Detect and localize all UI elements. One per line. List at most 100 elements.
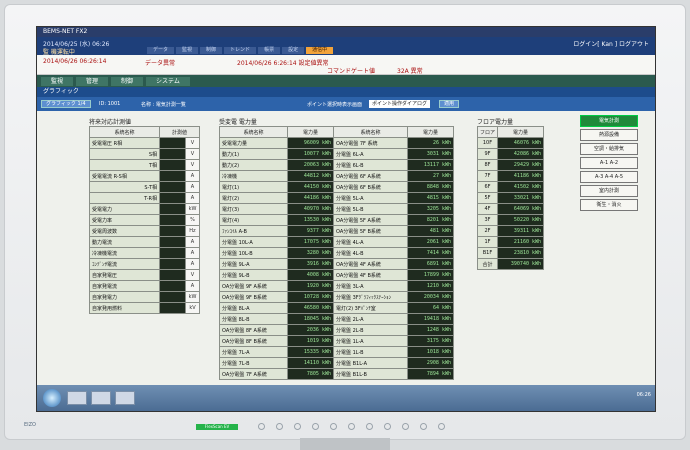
apply-button[interactable]: 適用 bbox=[439, 100, 460, 108]
table-row[interactable]: 動力(1) 10077 kWh 分電盤 6L-A 3031 kWh bbox=[219, 148, 454, 160]
bezel-button[interactable] bbox=[366, 423, 373, 430]
taskbar-item[interactable] bbox=[91, 391, 111, 405]
side-button[interactable]: A-1 A-2 bbox=[580, 157, 638, 169]
table-row[interactable]: 分電盤 9L-B 4008 kWh OA分電盤 4F B系統 17899 kWh bbox=[219, 269, 454, 281]
value-cell[interactable] bbox=[159, 148, 186, 160]
table-row[interactable]: 冷凍機 44812 kWh OA分電盤 6F A系統 27 kWh bbox=[219, 170, 454, 182]
table-row[interactable]: 5F 33021 kWh bbox=[476, 192, 545, 204]
energy-value[interactable]: 21160 kWh bbox=[497, 236, 545, 248]
energy-value[interactable]: 44186 kWh bbox=[287, 192, 334, 204]
value-cell[interactable] bbox=[159, 258, 186, 270]
table-row[interactable]: 分電盤 10L-A 17075 kWh 分電盤 4L-A 2061 kWh bbox=[219, 236, 454, 248]
table-row[interactable]: 3F 50220 kWh bbox=[476, 214, 545, 226]
table-row[interactable]: B1F 23810 kWh bbox=[476, 247, 545, 259]
side-button[interactable]: A-3 A-4 A-5 bbox=[580, 171, 638, 183]
table-row[interactable]: OA分電盤 7F A系統 7805 kWh 分電盤 B1L-B 7894 kWh bbox=[219, 368, 454, 380]
energy-value[interactable]: 1210 kWh bbox=[407, 280, 454, 292]
bezel-button[interactable] bbox=[348, 423, 355, 430]
value-cell[interactable] bbox=[159, 247, 186, 259]
table-row[interactable]: 自家発電流 A bbox=[89, 280, 200, 292]
alarm-time-1[interactable]: 2014/06/26 06:26:14 bbox=[43, 58, 106, 65]
energy-value[interactable]: 7894 kWh bbox=[407, 368, 454, 380]
energy-value[interactable]: 7414 kWh bbox=[407, 247, 454, 259]
side-button[interactable]: 空調・給排気 bbox=[580, 143, 638, 155]
bezel-button[interactable] bbox=[312, 423, 319, 430]
value-cell[interactable] bbox=[159, 269, 186, 281]
table-row[interactable]: 分電盤 9L-A 3916 kWh OA分電盤 4F A系統 6891 kWh bbox=[219, 258, 454, 270]
taskbar-item[interactable] bbox=[67, 391, 87, 405]
energy-value[interactable]: 41186 kWh bbox=[497, 170, 545, 182]
energy-value[interactable]: 1018 kWh bbox=[407, 346, 454, 358]
table-row[interactable]: 受電電流 R-S相 A bbox=[89, 170, 200, 182]
table-row[interactable]: 受電周波数 Hz bbox=[89, 225, 200, 237]
value-cell[interactable] bbox=[159, 203, 186, 215]
energy-value[interactable]: 10077 kWh bbox=[287, 148, 334, 160]
logout-link[interactable]: ログイン[ Kan ] ログアウト bbox=[573, 39, 649, 48]
table-row[interactable]: 1F 21160 kWh bbox=[476, 236, 545, 248]
bezel-button[interactable] bbox=[330, 423, 337, 430]
table-row[interactable]: 8F 29429 kWh bbox=[476, 159, 545, 171]
energy-value[interactable]: 64069 kWh bbox=[497, 203, 545, 215]
value-cell[interactable] bbox=[159, 302, 186, 314]
energy-value[interactable]: 33021 kWh bbox=[497, 192, 545, 204]
value-cell[interactable] bbox=[159, 280, 186, 292]
energy-value[interactable]: 3031 kWh bbox=[407, 148, 454, 160]
value-cell[interactable] bbox=[159, 192, 186, 204]
table-row[interactable]: ｺﾝﾃﾞﾝｻ電流 A bbox=[89, 258, 200, 270]
menu-item[interactable]: 制御 bbox=[111, 76, 144, 86]
value-cell[interactable] bbox=[159, 225, 186, 237]
table-row[interactable]: 分電盤 8L-B 18045 kWh 分電盤 2L-A 19418 kWh bbox=[219, 313, 454, 325]
energy-value[interactable]: 7805 kWh bbox=[287, 368, 334, 380]
table-row[interactable]: 自家発電圧 V bbox=[89, 269, 200, 281]
energy-value[interactable]: 39311 kWh bbox=[497, 225, 545, 237]
value-cell[interactable] bbox=[159, 214, 186, 226]
page-select-button[interactable]: グラフィック 1/4 bbox=[41, 100, 91, 108]
energy-value[interactable]: 3916 kWh bbox=[287, 258, 334, 270]
value-cell[interactable] bbox=[159, 236, 186, 248]
energy-value[interactable]: 18045 kWh bbox=[287, 313, 334, 325]
energy-value[interactable]: 8848 kWh bbox=[407, 181, 454, 193]
table-row[interactable]: 電灯(1) 44150 kWh OA分電盤 6F B系統 8848 kWh bbox=[219, 181, 454, 193]
energy-value[interactable]: 20034 kWh bbox=[407, 291, 454, 303]
energy-value[interactable]: 42086 kWh bbox=[497, 148, 545, 160]
bezel-button[interactable] bbox=[276, 423, 283, 430]
table-row[interactable]: 電灯(4) 13530 kWh OA分電盤 5F A系統 8201 kWh bbox=[219, 214, 454, 226]
value-cell[interactable] bbox=[159, 159, 186, 171]
nav-tab[interactable]: 帳票 bbox=[258, 47, 281, 54]
table-row[interactable]: 6F 41502 kWh bbox=[476, 181, 545, 193]
table-row[interactable]: OA分電盤 8F A系統 2036 kWh 分電盤 2L-B 1248 kWh bbox=[219, 324, 454, 336]
energy-value[interactable]: 44150 kWh bbox=[287, 181, 334, 193]
energy-value[interactable]: 15335 kWh bbox=[287, 346, 334, 358]
energy-value[interactable]: 46580 kWh bbox=[287, 302, 334, 314]
energy-value[interactable]: 46076 kWh bbox=[497, 137, 545, 149]
bezel-button[interactable] bbox=[384, 423, 391, 430]
energy-value[interactable]: 40970 kWh bbox=[287, 203, 334, 215]
energy-value[interactable]: 17075 kWh bbox=[287, 236, 334, 248]
energy-value[interactable]: 8201 kWh bbox=[407, 214, 454, 226]
energy-value[interactable]: 13117 kWh bbox=[407, 159, 454, 171]
menu-item[interactable]: システム bbox=[146, 76, 190, 86]
table-row[interactable]: 電灯(3) 40970 kWh 分電盤 5L-B 3205 kWh bbox=[219, 203, 454, 215]
energy-value[interactable]: 17899 kWh bbox=[407, 269, 454, 281]
bezel-button[interactable] bbox=[420, 423, 427, 430]
nav-tab[interactable]: 制御 bbox=[200, 47, 223, 54]
side-button[interactable]: 熱源設備 bbox=[580, 129, 638, 141]
table-row[interactable]: 分電盤 7L-B 14110 kWh 分電盤 B1L-A 2908 kWh bbox=[219, 357, 454, 369]
energy-value[interactable]: 1248 kWh bbox=[407, 324, 454, 336]
alarm-text-2[interactable]: 2014/06/26 6:26:14 設定値異常 bbox=[237, 58, 329, 67]
menu-item[interactable]: 監視 bbox=[41, 76, 74, 86]
nav-tab[interactable]: データ bbox=[147, 47, 175, 54]
taskbar-item[interactable] bbox=[115, 391, 135, 405]
side-button[interactable]: 室内計測 bbox=[580, 185, 638, 197]
value-cell[interactable] bbox=[159, 170, 186, 182]
energy-value[interactable]: 23810 kWh bbox=[497, 247, 545, 259]
table-row[interactable]: ﾌｧﾝｺｲﾙ A-B 9377 kWh OA分電盤 5F B系統 481 kWh bbox=[219, 225, 454, 237]
energy-value[interactable]: 44812 kWh bbox=[287, 170, 334, 182]
energy-value[interactable]: 3205 kWh bbox=[407, 203, 454, 215]
table-row[interactable]: T相 V bbox=[89, 159, 200, 171]
energy-value[interactable]: 4008 kWh bbox=[287, 269, 334, 281]
energy-value[interactable]: 14110 kWh bbox=[287, 357, 334, 369]
bezel-button[interactable] bbox=[402, 423, 409, 430]
energy-value[interactable]: 3175 kWh bbox=[407, 335, 454, 347]
start-button[interactable] bbox=[43, 389, 61, 407]
